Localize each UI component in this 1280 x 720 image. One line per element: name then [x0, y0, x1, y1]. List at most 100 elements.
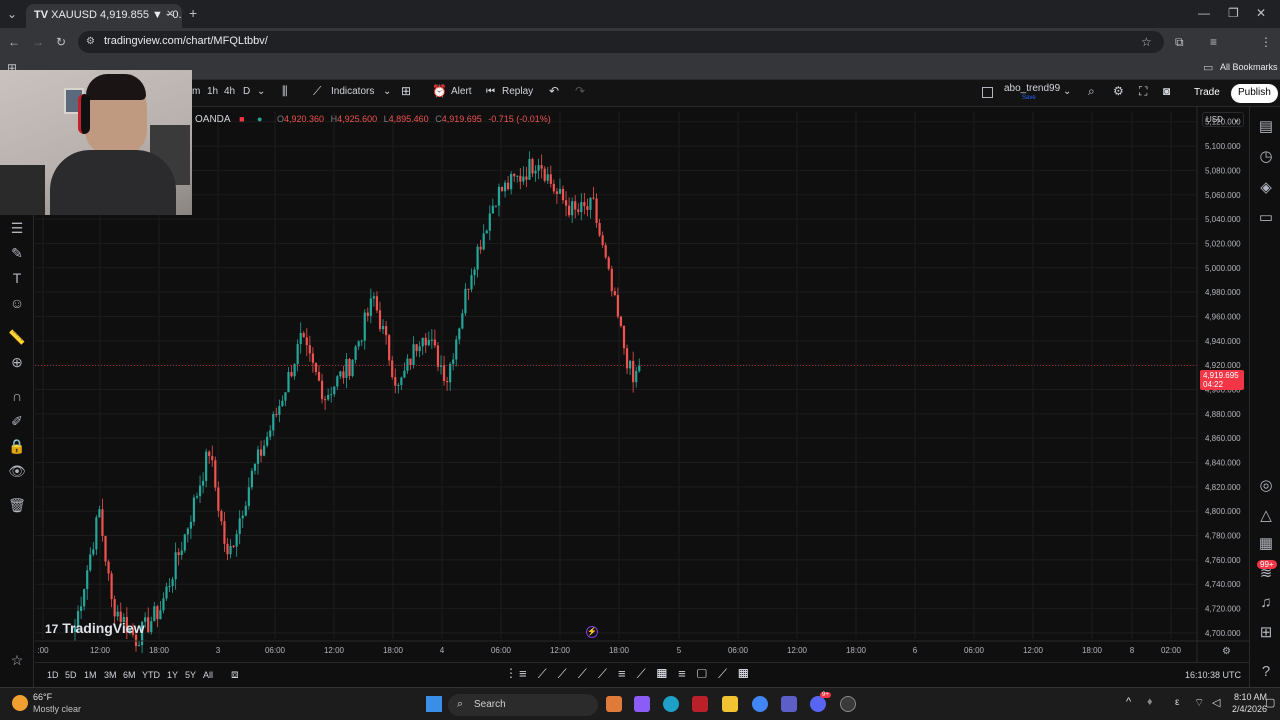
indicators-dropdown-icon[interactable]: ⌄	[383, 86, 391, 97]
volume-icon[interactable]: ◁	[1212, 696, 1220, 709]
redo-icon[interactable]: ↷	[575, 84, 585, 98]
range-1d[interactable]: 1D	[47, 670, 59, 680]
all-bookmarks-link[interactable]: All Bookmarks	[1220, 62, 1278, 72]
alert-button[interactable]: Alert	[451, 86, 472, 97]
taskbar-time[interactable]: 8:10 AM	[1234, 692, 1267, 702]
currency-select[interactable]: USD ⌄	[1202, 112, 1244, 127]
calendar-icon[interactable]: ▦	[1257, 534, 1275, 552]
replay-button[interactable]: Replay	[502, 86, 533, 97]
wifi-icon[interactable]: ⌔	[1194, 696, 1204, 710]
bookmark-star-icon[interactable]: ☆	[1141, 35, 1152, 49]
layout-dropdown-icon[interactable]: ⌄	[1063, 86, 1071, 97]
drag-handle-icon[interactable]: ⋮	[505, 666, 517, 680]
brush-tool-icon[interactable]: ✎	[8, 245, 26, 262]
zoom-in-icon[interactable]: ⊕	[8, 354, 26, 371]
edge-icon[interactable]	[663, 696, 679, 712]
windows-start-icon[interactable]	[426, 696, 442, 712]
indicators-button[interactable]: Indicators	[331, 86, 374, 97]
range-3m[interactable]: 3M	[104, 670, 117, 680]
back-icon[interactable]: ←	[8, 35, 20, 49]
range-5d[interactable]: 5D	[65, 670, 77, 680]
layout-grid-icon[interactable]: ⊞	[401, 84, 411, 98]
emoji-tool-icon[interactable]: ☺	[8, 295, 26, 311]
teams-icon[interactable]	[781, 696, 797, 712]
app-icon-1[interactable]	[606, 696, 622, 712]
undo-icon[interactable]: ↶	[549, 84, 559, 98]
tray-chevron-icon[interactable]: ^	[1126, 696, 1131, 708]
language-icon[interactable]: ε	[1175, 697, 1179, 708]
candle-body	[336, 376, 339, 387]
quick-search-icon[interactable]: ⌕	[1088, 84, 1095, 99]
lines-tool-icon[interactable]: ☰	[8, 220, 26, 237]
text-tool-icon[interactable]: T	[8, 270, 26, 286]
interval-dropdown-icon[interactable]: ⌄	[257, 86, 265, 97]
new-tab-button[interactable]: +	[189, 6, 197, 20]
copilot-icon[interactable]	[634, 696, 650, 712]
price-chart[interactable]: 4,700.000 4,720.000 4,740.000 4,760.000 4,78…	[35, 107, 1249, 662]
interval-minutes[interactable]: m	[192, 86, 200, 97]
notification-center-icon[interactable]: ▢	[1265, 696, 1275, 709]
chrome-icon[interactable]	[752, 696, 768, 712]
ruler-tool-icon[interactable]: 📏	[8, 329, 26, 346]
drawing-tools-strip[interactable]: ≡⟋⟋⟋⟋≡⟋▦≡▢⟋▦	[519, 666, 760, 682]
range-5y[interactable]: 5Y	[185, 670, 196, 680]
range-1m[interactable]: 1M	[84, 670, 97, 680]
watchlist-icon[interactable]: ▤	[1257, 117, 1275, 135]
ideas-icon[interactable]: △	[1257, 506, 1275, 524]
publish-button[interactable]: Publish	[1231, 84, 1278, 103]
forward-icon[interactable]: →	[32, 35, 44, 49]
dota-icon[interactable]	[692, 696, 708, 712]
layout-checkbox-icon[interactable]	[982, 87, 993, 98]
interval-d[interactable]: D	[243, 86, 250, 97]
trash-icon[interactable]: 🗑	[8, 497, 26, 514]
candle-type-icon[interactable]: ⫼	[282, 84, 288, 99]
file-explorer-icon[interactable]	[722, 696, 738, 712]
window-close-icon[interactable]: ✕	[1256, 6, 1266, 20]
minimize-icon[interactable]: —	[1198, 6, 1210, 20]
layers-icon[interactable]: ◈	[1257, 178, 1275, 196]
price-axis-tick: 5,000.000	[1205, 264, 1241, 273]
browser-menu-icon[interactable]: ⋮	[1260, 35, 1272, 49]
lock-icon[interactable]: 🔒	[8, 438, 26, 455]
reload-icon[interactable]: ↻	[56, 35, 66, 49]
settings-gear-icon[interactable]: ⚙	[1113, 84, 1124, 98]
mic-icon[interactable]: ♦	[1147, 696, 1153, 708]
help-icon[interactable]: ?	[1257, 663, 1275, 680]
range-all[interactable]: All	[203, 670, 213, 680]
trade-button[interactable]: Trade	[1187, 84, 1227, 103]
notifications-bell-icon[interactable]: ♫	[1257, 594, 1275, 611]
favorites-star-icon[interactable]: ☆	[8, 652, 26, 669]
account-name[interactable]: abo_trend99	[1004, 83, 1060, 94]
keep-drawing-icon[interactable]: ✐	[8, 413, 26, 430]
tab-list-chevron-icon[interactable]: ⌄	[7, 7, 17, 21]
visibility-eye-icon[interactable]: 👁	[8, 463, 26, 480]
range-1y[interactable]: 1Y	[167, 670, 178, 680]
chat-icon[interactable]: ▭	[1257, 208, 1275, 226]
snapshot-camera-icon[interactable]: ◙	[1163, 84, 1170, 98]
utc-clock[interactable]: 16:10:38 UTC	[1185, 670, 1241, 680]
interval-1h[interactable]: 1h	[207, 86, 218, 97]
interval-4h[interactable]: 4h	[224, 86, 235, 97]
range-6m[interactable]: 6M	[123, 670, 136, 680]
site-info-icon[interactable]: ⚙	[86, 35, 95, 49]
tab-close-icon[interactable]: ✕	[166, 8, 174, 22]
products-grid-icon[interactable]: ⊞	[1257, 623, 1275, 641]
reading-list-icon[interactable]: ≡	[1210, 35, 1217, 49]
taskbar-date[interactable]: 2/4/2026	[1232, 704, 1267, 714]
extensions-icon[interactable]: ⧉	[1175, 35, 1184, 49]
app-icon-2[interactable]	[840, 696, 856, 712]
magnet-icon[interactable]: ∩	[8, 388, 26, 404]
range-ytd[interactable]: YTD	[142, 670, 160, 680]
target-icon[interactable]: ◎	[1257, 476, 1275, 494]
lightning-event-icon[interactable]: ⚡	[586, 626, 598, 638]
url-input[interactable]: ⚙ tradingview.com/chart/MFQLtbbv/ ☆	[78, 31, 1164, 53]
maximize-icon[interactable]: ❐	[1228, 6, 1239, 20]
candle-body	[250, 470, 253, 488]
weather-temp[interactable]: 66°F	[33, 692, 52, 702]
taskbar-search[interactable]: ⌕ Search	[448, 694, 598, 716]
fullscreen-icon[interactable]: ⛶	[1139, 84, 1147, 99]
browser-tab[interactable]: TV XAUUSD 4,919.855 ▼ −0.54% u	[26, 4, 182, 28]
discord-icon[interactable]	[810, 696, 826, 712]
alerts-clock-icon[interactable]: ◷	[1257, 147, 1275, 165]
goto-date-icon[interactable]: ⧈	[231, 667, 239, 682]
